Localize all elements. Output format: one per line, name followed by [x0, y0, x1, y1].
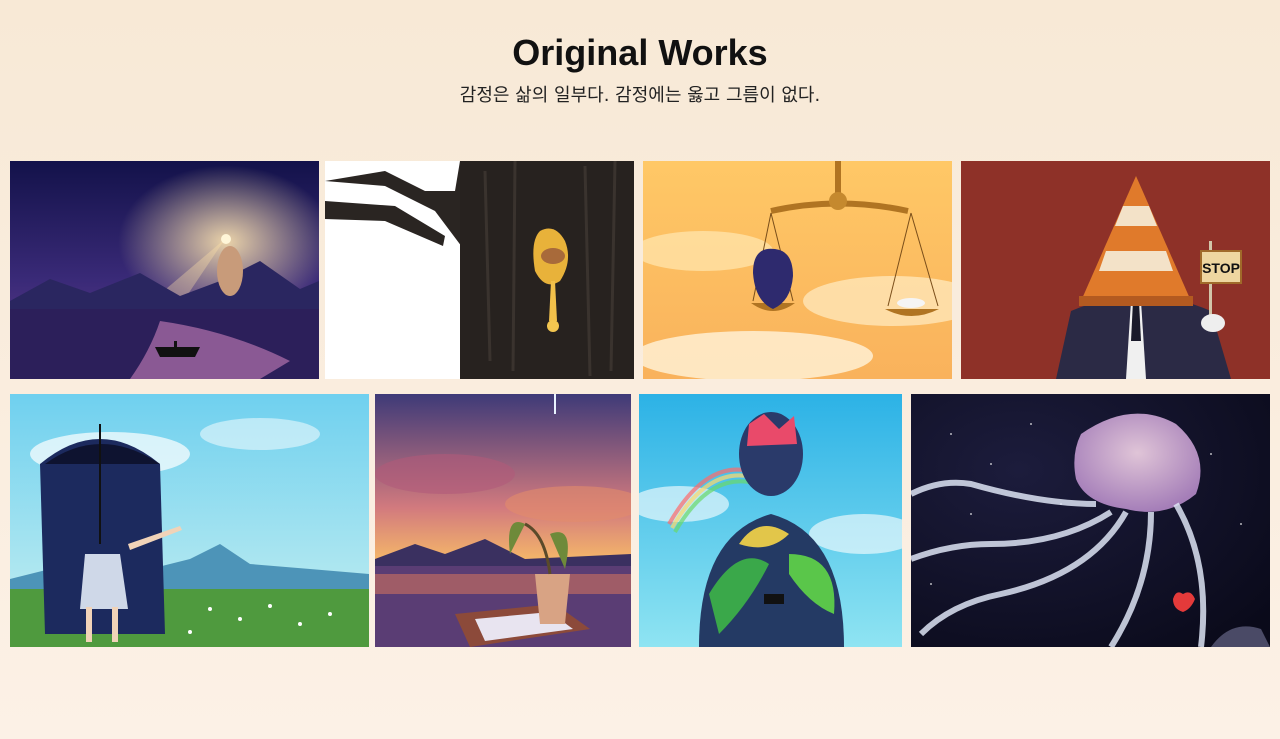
artwork-scale-heart[interactable] [643, 161, 952, 379]
artwork-lighthouse-heart-image [10, 161, 319, 379]
stop-sign-text: STOP [1202, 260, 1240, 276]
page-subtitle: 감정은 삶의 일부다. 감정에는 옳고 그름이 없다. [459, 85, 821, 106]
artwork-wilted-plant[interactable] [375, 394, 631, 647]
artwork-tree-honey-image [325, 161, 634, 379]
artwork-leaf-figure-image [639, 394, 902, 647]
artwork-wilted-plant-image [375, 394, 631, 647]
artwork-lighthouse-heart[interactable] [10, 161, 319, 379]
artwork-jellyfish[interactable] [911, 394, 1270, 647]
page-title: Original Works [512, 32, 768, 73]
artwork-leaf-figure[interactable] [639, 394, 902, 647]
artwork-cone-stop-image: STOP [961, 161, 1270, 379]
page-header: Original Works 감정은 삶의 일부다. 감정에는 옳고 그름이 없… [0, 30, 1280, 108]
artwork-jellyfish-image [911, 394, 1270, 647]
artwork-umbrella-rain-image [10, 394, 369, 647]
artwork-tree-honey[interactable] [325, 161, 634, 379]
artwork-scale-heart-image [643, 161, 952, 379]
artwork-umbrella-rain[interactable] [10, 394, 369, 647]
artwork-cone-stop[interactable]: STOP [961, 161, 1270, 379]
